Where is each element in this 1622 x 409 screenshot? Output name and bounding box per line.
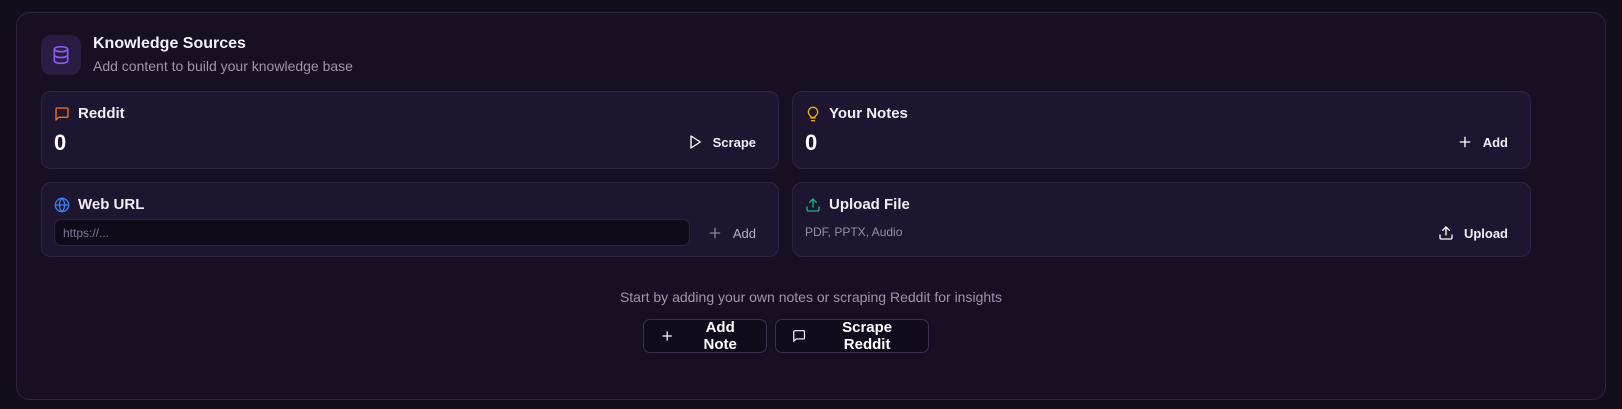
scrape-button-label: Scrape	[712, 134, 756, 150]
add-note-card-label: Add	[1482, 134, 1508, 150]
page-title: Knowledge Sources	[93, 35, 246, 52]
add-url-button-label: Add	[732, 225, 756, 241]
plus-icon	[1459, 136, 1471, 148]
reddit-title: Reddit	[78, 105, 125, 122]
message-square-icon	[793, 330, 806, 342]
message-square-icon	[55, 106, 69, 121]
empty-state-hint: Start by adding your own notes or scrapi…	[619, 289, 1003, 305]
scrape-reddit-button[interactable]: Scrape Reddit	[775, 319, 929, 353]
reddit-card: Reddit 0 Scrape	[41, 91, 779, 169]
plus-icon	[709, 227, 721, 239]
plus-icon	[662, 331, 672, 341]
web-url-title: Web URL	[78, 196, 145, 213]
reddit-count: 0	[54, 130, 67, 155]
notes-count: 0	[805, 130, 818, 155]
supported-file-types: PDF, PPTX, Audio	[805, 225, 903, 239]
upload-icon	[1439, 226, 1453, 240]
upload-button[interactable]: Upload	[1430, 221, 1516, 245]
globe-icon	[54, 197, 70, 212]
knowledge-sources-panel: Knowledge Sources Add content to build y…	[16, 12, 1606, 400]
upload-button-label: Upload	[1463, 225, 1508, 241]
upload-file-card: Upload File PDF, PPTX, Audio Upload	[792, 182, 1531, 257]
page-subtitle: Add content to build your knowledge base	[93, 58, 353, 74]
play-icon	[689, 135, 701, 149]
upload-file-title: Upload File	[829, 196, 910, 213]
lightbulb-icon	[807, 106, 819, 121]
add-note-card-button[interactable]: Add	[1449, 130, 1516, 154]
upload-icon	[806, 197, 820, 212]
add-url-button[interactable]: Add	[699, 221, 764, 245]
web-url-card: Web URL Add	[41, 182, 779, 257]
add-note-button-label: Add Note	[703, 319, 737, 353]
add-note-button[interactable]: Add Note	[643, 319, 767, 353]
scrape-button[interactable]: Scrape	[679, 130, 764, 154]
scrape-reddit-button-label: Scrape Reddit	[842, 319, 893, 353]
notes-card: Your Notes 0 Add	[792, 91, 1531, 169]
panel-header: Knowledge Sources Add content to build y…	[41, 34, 353, 75]
url-input[interactable]	[54, 219, 690, 246]
notes-title: Your Notes	[829, 105, 908, 122]
database-icon	[41, 34, 81, 75]
